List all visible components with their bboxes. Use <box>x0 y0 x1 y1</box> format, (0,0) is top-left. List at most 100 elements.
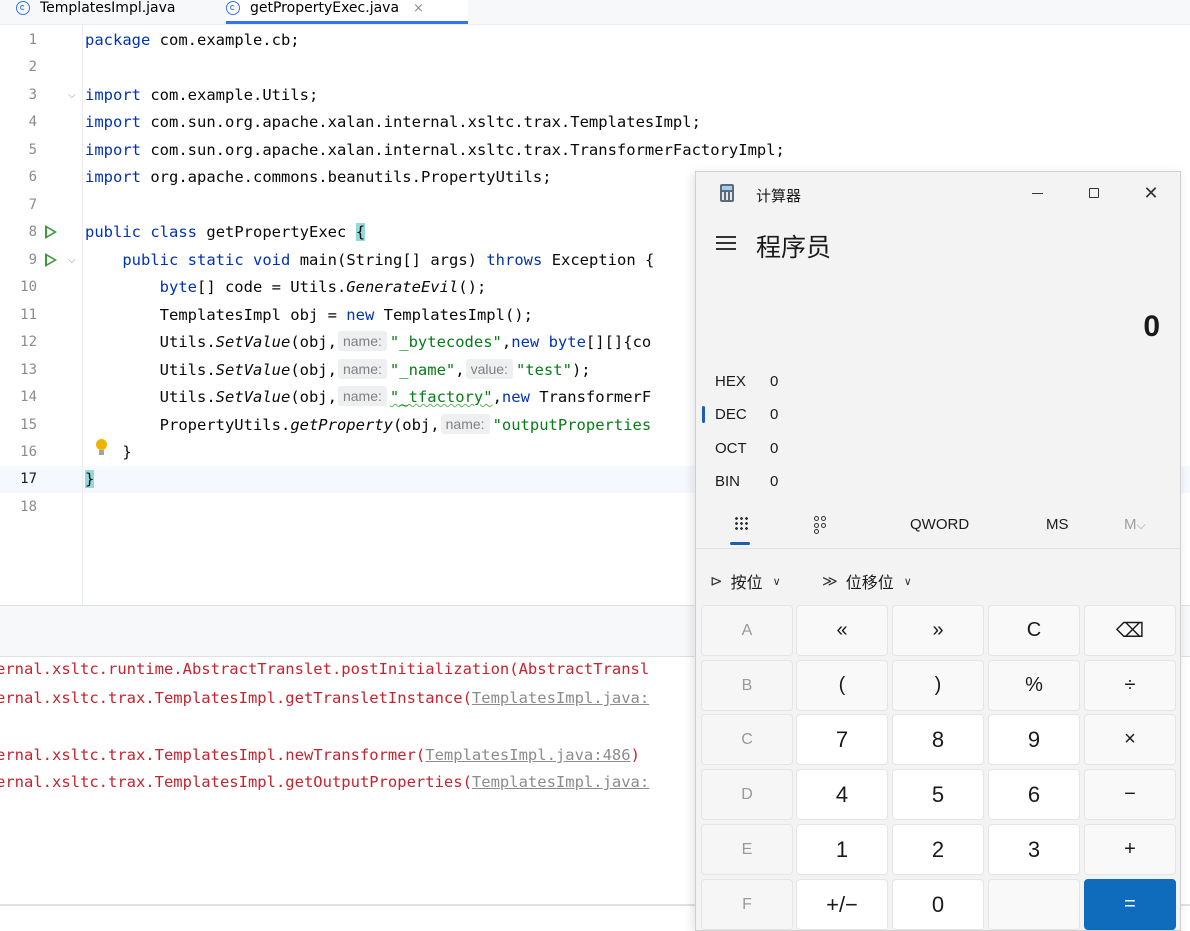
key-open-paren[interactable]: ( <box>796 660 888 711</box>
line-number: 9 <box>28 252 37 268</box>
key-add[interactable]: + <box>1084 824 1176 875</box>
line-number: 18 <box>20 499 37 515</box>
radix-value: 0 <box>770 406 779 423</box>
radix-bin[interactable]: BIN 0 <box>696 467 1180 497</box>
key-divide[interactable]: ÷ <box>1084 660 1176 711</box>
code-text: Utils.SetValue(obj, name: "_name", value: "t… <box>159 359 591 379</box>
key-8[interactable]: 8 <box>892 714 984 765</box>
calculator-title-bar[interactable]: 计算器 ✕ <box>696 172 1180 214</box>
key-hex-d[interactable]: D <box>701 769 793 820</box>
code-text: } <box>122 443 132 461</box>
key-negate[interactable]: +/− <box>796 879 888 930</box>
code-text: PropertyUtils.getProperty(obj, name: "outp… <box>159 414 652 434</box>
key-2[interactable]: 2 <box>892 824 984 875</box>
active-keypad-indicator <box>730 542 750 545</box>
key-percent[interactable]: % <box>988 660 1080 711</box>
run-icon[interactable] <box>45 253 57 267</box>
bit-shift-icon: ≫ <box>822 573 838 590</box>
stacktrace-link[interactable]: TemplatesImpl.java:486 <box>425 746 630 764</box>
key-subtract[interactable]: − <box>1084 769 1176 820</box>
radix-dec[interactable]: DEC 0 <box>696 400 1180 430</box>
lightbulb-icon[interactable] <box>95 439 107 455</box>
line-number: 4 <box>28 114 37 130</box>
key-multiply[interactable]: × <box>1084 714 1176 765</box>
line-number: 14 <box>20 389 37 405</box>
key-clear[interactable]: C <box>988 605 1080 656</box>
radix-label: HEX <box>715 373 746 390</box>
menu-icon[interactable] <box>716 236 736 250</box>
code-line: 3 ⌵ import com.example.Utils; <box>0 82 1190 109</box>
minimize-button[interactable] <box>1014 178 1060 208</box>
key-close-paren[interactable]: ) <box>892 660 984 711</box>
tab-templatesimpl[interactable]: TemplatesImpl.java <box>16 0 222 23</box>
parameter-hint: value: <box>465 359 513 379</box>
line-number: 11 <box>20 307 37 323</box>
key-blank[interactable] <box>988 879 1080 930</box>
bit-toggling-keypad-icon[interactable] <box>814 516 828 534</box>
close-button[interactable]: ✕ <box>1128 178 1174 208</box>
key-6[interactable]: 6 <box>988 769 1080 820</box>
code-line: 4 import com.sun.org.apache.xalan.intern… <box>0 109 1190 136</box>
radix-label: DEC <box>715 406 747 423</box>
parameter-hint: name: <box>337 386 387 406</box>
key-1[interactable]: 1 <box>796 824 888 875</box>
key-5[interactable]: 5 <box>892 769 984 820</box>
line-number: 3 <box>28 87 37 103</box>
maximize-button[interactable] <box>1071 178 1117 208</box>
tab-close-icon[interactable]: × <box>413 1 424 16</box>
parameter-hint: name: <box>440 414 490 434</box>
tab-getpropertyexec[interactable]: getPropertyExec.java × <box>226 0 468 23</box>
line-number: 2 <box>28 59 37 75</box>
code-text: TemplatesImpl obj = new TemplatesImpl(); <box>159 306 533 324</box>
key-hex-a[interactable]: A <box>701 605 793 656</box>
full-keypad-icon[interactable] <box>734 516 750 532</box>
radix-oct[interactable]: OCT 0 <box>696 434 1180 464</box>
calculator-app-icon <box>720 184 734 202</box>
line-number: 12 <box>20 334 37 350</box>
fold-chevron-icon[interactable]: ⌵ <box>68 247 76 274</box>
code-text: import com.example.Utils; <box>85 86 319 104</box>
key-0[interactable]: 0 <box>892 879 984 930</box>
selected-indicator <box>702 406 705 423</box>
run-icon[interactable] <box>45 225 57 239</box>
java-class-icon <box>16 1 30 15</box>
memory-menu-button[interactable]: M⌵ <box>1124 516 1146 533</box>
code-text: public class getPropertyExec { <box>85 223 366 241</box>
key-7[interactable]: 7 <box>796 714 888 765</box>
parameter-hint: name: <box>337 331 387 351</box>
radix-hex[interactable]: HEX 0 <box>696 367 1180 397</box>
bitshift-dropdown[interactable]: ≫ 位移位 ∨ <box>822 569 912 593</box>
key-hex-e[interactable]: E <box>701 824 793 875</box>
word-size-button[interactable]: QWORD <box>910 516 969 533</box>
key-backspace[interactable]: ⌫ <box>1084 605 1176 656</box>
key-4[interactable]: 4 <box>796 769 888 820</box>
code-text: } <box>85 470 95 488</box>
stacktrace-link[interactable]: TemplatesImpl.java: <box>472 773 649 791</box>
key-hex-f[interactable]: F <box>701 879 793 930</box>
key-hex-c[interactable]: C <box>701 714 793 765</box>
fold-chevron-icon[interactable]: ⌵ <box>68 82 76 109</box>
stacktrace-link[interactable]: TemplatesImpl.java: <box>472 689 649 707</box>
window-title: 计算器 <box>756 188 802 205</box>
result-display: 0 <box>1143 310 1160 343</box>
memory-store-button[interactable]: MS <box>1046 516 1069 533</box>
line-number: 17 <box>20 471 37 487</box>
code-text: package com.example.cb; <box>85 31 300 49</box>
close-icon: ✕ <box>1143 182 1159 203</box>
line-number: 16 <box>20 444 37 460</box>
calculator-window: 计算器 ✕ 程序员 0 HEX 0 DEC 0 OCT 0 BIN 0 QWOR… <box>695 171 1181 931</box>
key-shift-right[interactable]: » <box>892 605 984 656</box>
key-hex-b[interactable]: B <box>701 660 793 711</box>
bitwise-label: 按位 <box>730 575 763 592</box>
key-equals[interactable]: = <box>1084 879 1176 930</box>
bitwise-dropdown[interactable]: ⊳ 按位 ∨ <box>710 569 781 593</box>
key-3[interactable]: 3 <box>988 824 1080 875</box>
key-9[interactable]: 9 <box>988 714 1080 765</box>
code-text: import com.sun.org.apache.xalan.internal… <box>85 141 785 159</box>
line-number: 10 <box>20 279 37 295</box>
maximize-icon <box>1089 188 1099 198</box>
code-text: import org.apache.commons.beanutils.Prop… <box>85 168 552 186</box>
key-shift-left[interactable]: « <box>796 605 888 656</box>
tab-label: getPropertyExec.java <box>250 0 400 16</box>
radix-value: 0 <box>770 473 779 490</box>
